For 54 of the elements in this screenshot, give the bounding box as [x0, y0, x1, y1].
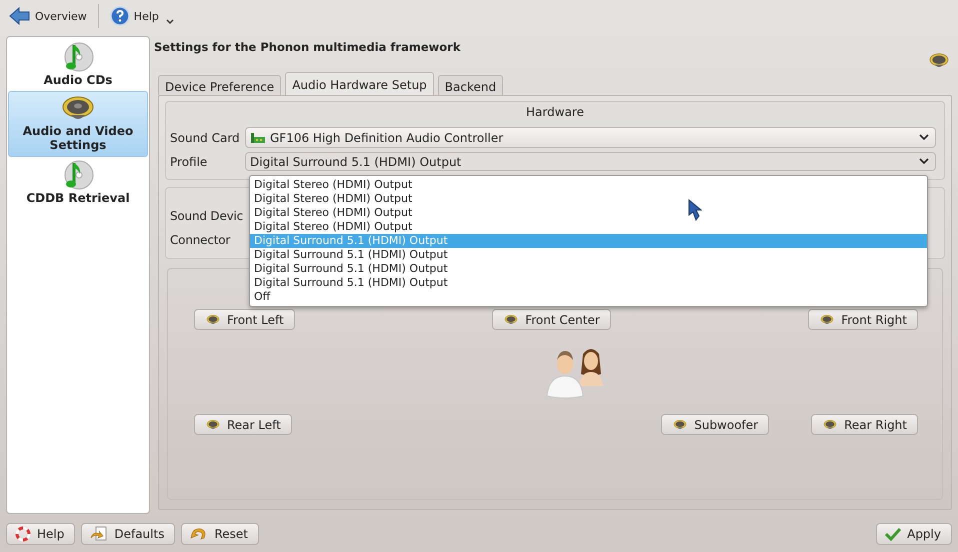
- tab[interactable]: Device Preference: [158, 75, 282, 95]
- footer-button[interactable]: Reset: [181, 523, 259, 545]
- dropdown-option[interactable]: Digital Stereo (HDMI) Output: [250, 206, 927, 220]
- chevron-icon: [919, 134, 929, 141]
- overview-button[interactable]: Overview: [6, 5, 90, 27]
- footer-button[interactable]: Defaults: [81, 523, 176, 545]
- music-disc-icon: [62, 159, 94, 191]
- dropdown-option[interactable]: Digital Stereo (HDMI) Output: [250, 220, 927, 234]
- sidebar-item[interactable]: Audio CDs: [8, 39, 148, 91]
- sidebar-item[interactable]: Audio and Video Settings: [8, 91, 148, 157]
- tab[interactable]: Backend: [438, 75, 504, 95]
- dropdown-option[interactable]: Digital Surround 5.1 (HDMI) Output: [250, 262, 927, 276]
- field-label: Connector: [170, 233, 232, 247]
- sound-card-icon: [250, 132, 266, 144]
- sound-card-dropdown[interactable]: GF106 High Definition Audio Controller: [245, 127, 936, 148]
- field-label: Sound Card: [170, 130, 241, 144]
- cursor-icon: [688, 199, 702, 221]
- dropdown-option[interactable]: Digital Stereo (HDMI) Output: [250, 178, 927, 192]
- help-button[interactable]: Help: [106, 4, 162, 28]
- speaker-button[interactable]: Rear Left: [194, 414, 292, 435]
- dropdown-option[interactable]: Digital Surround 5.1 (HDMI) Output: [250, 248, 927, 262]
- page-title: Settings for the Phonon multimedia framework: [154, 40, 460, 54]
- footer-button[interactable]: Help: [6, 523, 76, 545]
- group-title: Hardware: [526, 105, 584, 119]
- undo-arrow-icon: [190, 526, 208, 542]
- speaker-icon: [819, 314, 836, 326]
- speaker-icon: [205, 314, 221, 326]
- back-arrow-icon: [9, 7, 31, 25]
- caret-icon[interactable]: [166, 19, 174, 25]
- dropdown-option[interactable]: Digital Stereo (HDMI) Output: [250, 192, 927, 206]
- speaker-icon: [822, 418, 838, 430]
- tab[interactable]: Audio Hardware Setup: [285, 72, 434, 95]
- apply-button[interactable]: Apply: [876, 523, 952, 545]
- music-disc-icon: [62, 41, 94, 73]
- help-icon: [110, 6, 130, 26]
- checkmark-icon: [885, 527, 902, 541]
- dropdown-option[interactable]: Off: [250, 290, 927, 304]
- defaults-icon: [90, 526, 108, 542]
- field-label: Sound Devic: [170, 209, 244, 223]
- speaker-button[interactable]: Front Left: [194, 309, 295, 330]
- speaker-icon: [503, 314, 520, 326]
- dropdown-option[interactable]: Digital Surround 5.1 (HDMI) Output: [250, 276, 927, 290]
- speaker-button[interactable]: Subwoofer: [661, 414, 770, 435]
- speaker-icon: [672, 418, 688, 430]
- lifebuoy-icon: [15, 526, 31, 542]
- speaker-button[interactable]: Front Center: [492, 309, 611, 330]
- field-label: Profile: [170, 154, 208, 168]
- speaker-button[interactable]: Rear Right: [811, 414, 918, 435]
- speaker-icon: [205, 418, 221, 430]
- chevron-icon: [919, 158, 929, 165]
- profile-dropdown[interactable]: Digital Surround 5.1 (HDMI) Output: [245, 152, 936, 171]
- speaker-button[interactable]: Front Right: [808, 309, 918, 330]
- speaker-icon: [928, 52, 950, 70]
- sidebar-item[interactable]: CDDB Retrieval: [8, 157, 148, 209]
